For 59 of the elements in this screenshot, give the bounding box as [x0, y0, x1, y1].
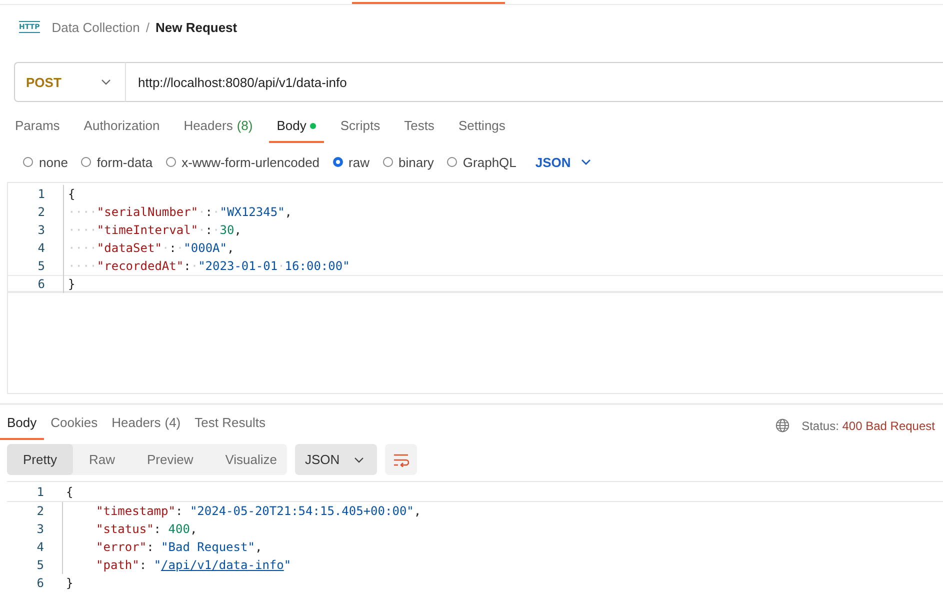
line-number: 5: [36, 259, 46, 273]
body-type-radio[interactable]: GraphQL: [446, 154, 516, 170]
code-line: "status": 400,: [95, 522, 198, 536]
chevron-down-icon: [101, 79, 111, 85]
code-line: ····"timeInterval"·:·30,: [63, 221, 242, 239]
view-mode-tab[interactable]: Visualize: [209, 444, 294, 475]
chevron-down-icon: [354, 456, 364, 462]
response-tab[interactable]: Body: [0, 411, 44, 440]
request-tab[interactable]: Authorization: [76, 114, 168, 143]
body-type-radio[interactable]: raw: [332, 154, 370, 170]
request-tab[interactable]: Params: [7, 114, 68, 143]
breadcrumb-link[interactable]: Data Collection: [52, 20, 140, 34]
request-tab[interactable]: Scripts: [332, 114, 388, 143]
line-number: 3: [36, 223, 46, 237]
line-number: 4: [36, 540, 45, 554]
view-mode-tab[interactable]: Preview: [130, 444, 210, 475]
response-tab[interactable]: Headers (4): [104, 411, 188, 440]
request-tab[interactable]: Settings: [450, 114, 514, 143]
request-tab[interactable]: Body: [268, 114, 324, 143]
line-number: 6: [36, 277, 46, 291]
status-text: Status: 400 Bad Request: [802, 418, 935, 432]
code-editor[interactable]: 1 { 2 ····"serialNumber"·:·"WX12345", 3 ····"timeInterval"·:·30, 4 ····"dataSet"·:·"000A", 5 ····"recordedAt":·"2023-01-01·16:00:00" 6 }: [7, 182, 943, 394]
view-mode-tab[interactable]: Raw: [72, 444, 131, 475]
code-line: ····"dataSet"·:·"000A",: [63, 239, 234, 257]
request-tab[interactable]: Tests: [396, 114, 442, 143]
code-line: }: [65, 576, 74, 590]
wrap-lines-icon: [392, 452, 409, 466]
code-line: {: [63, 185, 76, 203]
breadcrumb-separator: /: [146, 20, 150, 34]
wrap-lines-button[interactable]: [384, 444, 417, 475]
line-number: 2: [36, 205, 46, 219]
line-number: 5: [36, 558, 45, 572]
line-number: 1: [36, 187, 46, 201]
code-line: "error": "Bad Request",: [95, 540, 262, 554]
code-line: "path": "/api/v1/data-info": [95, 558, 292, 572]
format-dropdown[interactable]: JSON: [295, 444, 377, 475]
code-line: ····"serialNumber"·:·"WX12345",: [63, 203, 292, 221]
line-number: 3: [36, 522, 45, 536]
line-number: 6: [36, 576, 45, 590]
globe-icon[interactable]: [774, 418, 790, 433]
code-line: {: [65, 485, 74, 499]
format-dropdown[interactable]: JSON: [529, 154, 597, 170]
code-line: "timestamp": "2024-05-20T21:54:15.405+00:00",: [95, 504, 422, 518]
method-dropdown[interactable]: POST: [14, 62, 125, 102]
response-tab[interactable]: Test Results: [188, 411, 272, 440]
line-number: 4: [36, 241, 46, 255]
chevron-down-icon: [580, 159, 591, 165]
view-mode-tab[interactable]: Pretty: [7, 444, 73, 475]
request-name: New Request: [155, 20, 238, 34]
body-type-radio[interactable]: binary: [382, 154, 434, 170]
request-tab[interactable]: Headers (8): [176, 114, 261, 143]
response-tab[interactable]: Cookies: [44, 411, 105, 440]
url-input[interactable]: http://localhost:8080/api/v1/data-info: [125, 62, 943, 102]
line-number: 1: [36, 485, 45, 499]
body-type-radio[interactable]: x-www-form-urlencoded: [166, 154, 320, 170]
code-line: }: [63, 275, 76, 293]
body-type-radio[interactable]: form-data: [80, 154, 153, 170]
body-type-radio[interactable]: none: [23, 154, 68, 170]
line-number: 2: [36, 504, 45, 518]
